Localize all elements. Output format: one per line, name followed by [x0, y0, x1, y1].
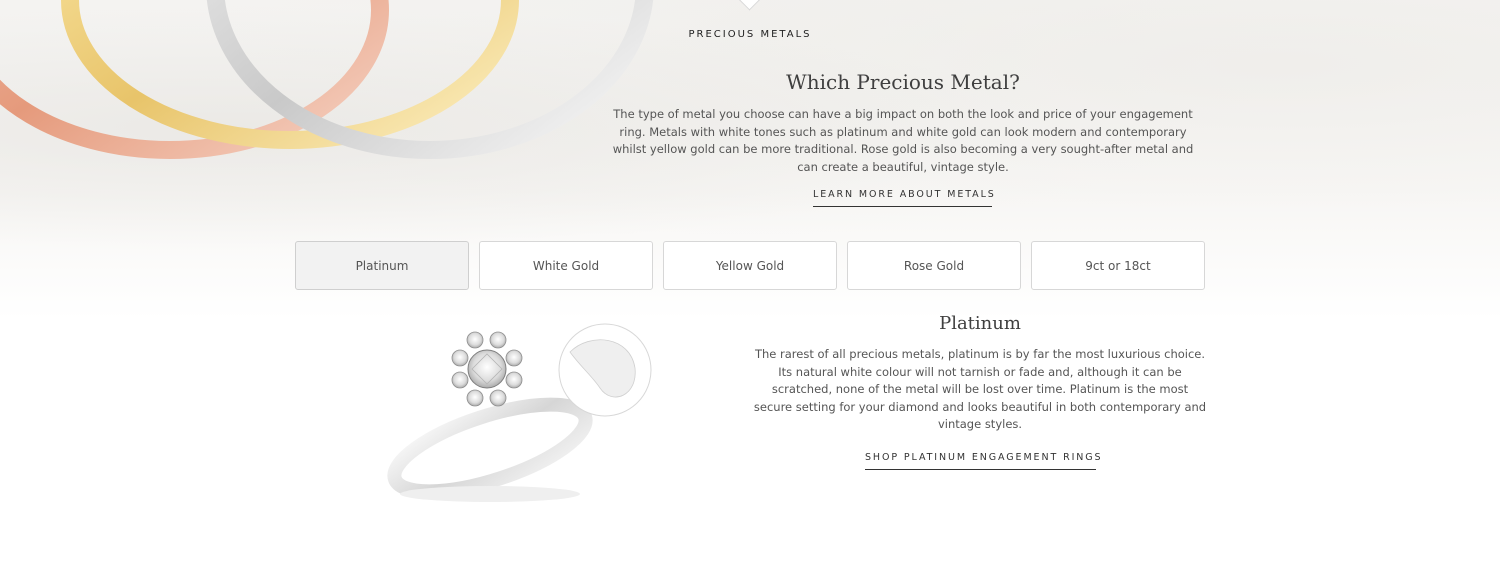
metal-tabs: Platinum White Gold Yellow Gold Rose Gol…	[295, 241, 1205, 290]
tab-platinum[interactable]: Platinum	[295, 241, 469, 290]
section-eyebrow: PRECIOUS METALS	[688, 29, 812, 40]
tab-white-gold[interactable]: White Gold	[479, 241, 653, 290]
learn-more-metals-link[interactable]: LEARN MORE ABOUT METALS	[813, 189, 994, 207]
diamond-cluster	[451, 331, 523, 407]
tab-9ct-or-18ct[interactable]: 9ct or 18ct	[1031, 241, 1205, 290]
ring-shadow	[400, 486, 580, 502]
section-description: The type of metal you choose can have a …	[612, 107, 1194, 174]
metal-bands-image	[0, 0, 654, 159]
platinum-ring-image	[387, 323, 652, 502]
metal-detail-title: Platinum	[939, 313, 1021, 334]
tab-rose-gold[interactable]: Rose Gold	[847, 241, 1021, 290]
section-title: Which Precious Metal?	[786, 70, 1020, 94]
tab-yellow-gold[interactable]: Yellow Gold	[663, 241, 837, 290]
shop-platinum-rings-link[interactable]: SHOP PLATINUM ENGAGEMENT RINGS	[865, 452, 1101, 470]
metal-detail-description: The rarest of all precious metals, plati…	[753, 347, 1207, 431]
